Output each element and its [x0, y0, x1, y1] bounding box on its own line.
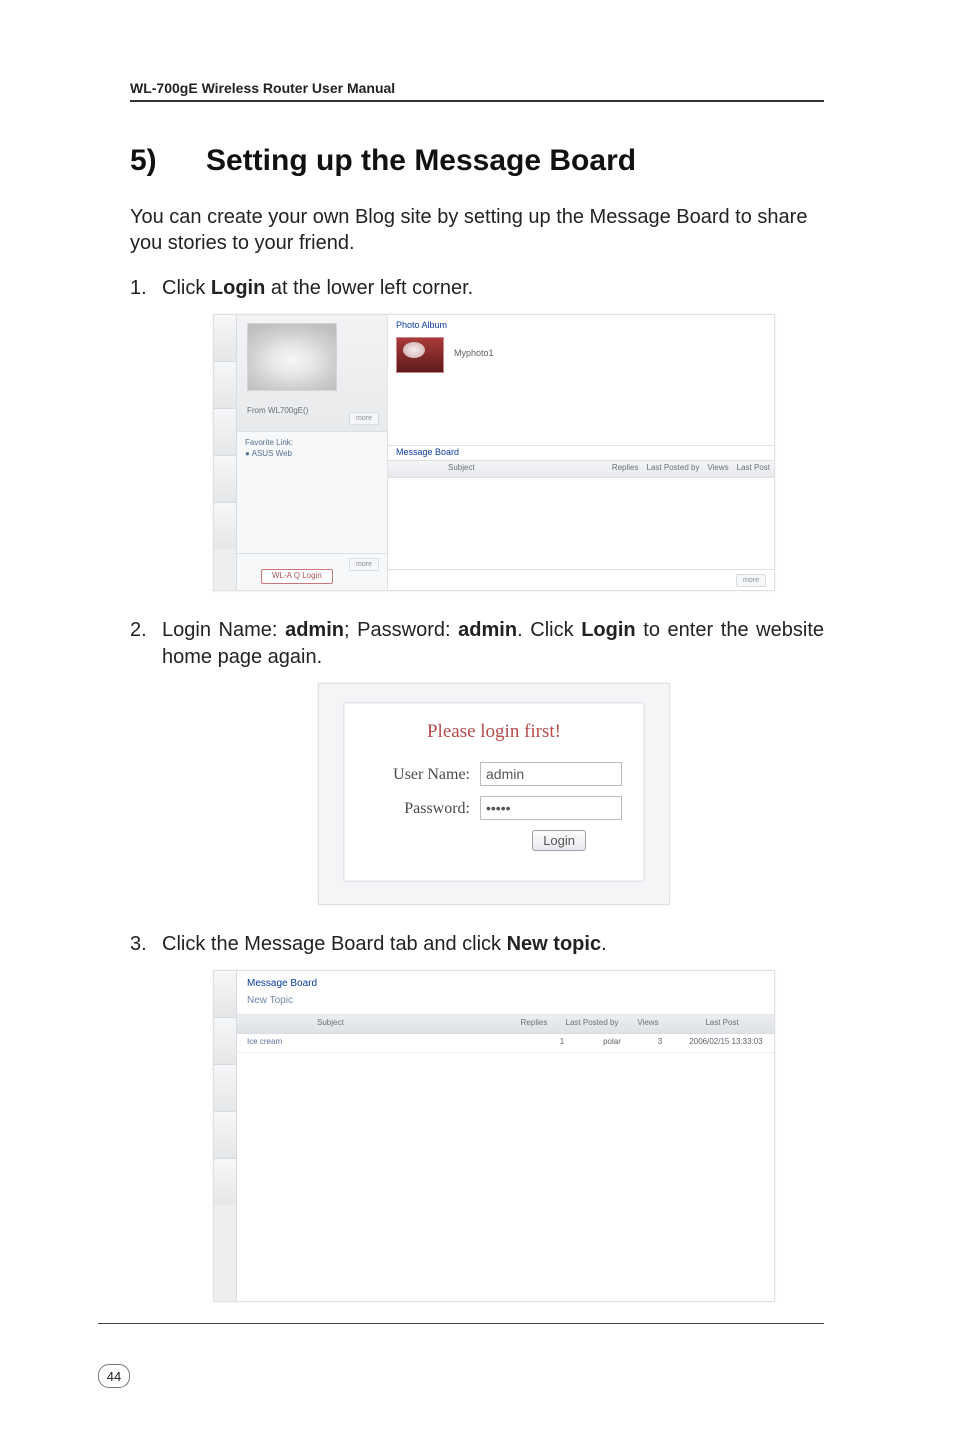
login-card-title: Please login first! [366, 719, 622, 745]
password-input[interactable] [480, 796, 622, 820]
message-board-body [388, 478, 774, 569]
section-title: Setting up the Message Board [206, 144, 636, 177]
step-1-bold: Login [211, 277, 265, 299]
step-1: 1. Click Login at the lower left corner. [130, 275, 824, 589]
favorite-links-title: Favorite Link: [245, 438, 379, 449]
username-label: User Name: [366, 764, 480, 786]
page-number: 44 [98, 1364, 130, 1388]
step-3-text-c: . [601, 933, 607, 955]
vertical-tab[interactable] [214, 1018, 236, 1065]
login-card: Please login first! User Name: Password:… [343, 702, 645, 882]
step-3: 3. Click the Message Board tab and click… [130, 931, 824, 1300]
th-lastpost: Last Post [733, 463, 774, 474]
message-board-table-header: Subject Replies Last Posted by Views Las… [237, 1015, 774, 1034]
album-meta: From WL700gE() [247, 406, 308, 417]
step-2-bold-admin2: admin [458, 619, 517, 641]
section-number: 5) [130, 144, 206, 178]
th-replies: Replies [510, 1018, 558, 1029]
album-widget: From WL700gE() more [237, 315, 387, 432]
message-board-title: Message Board [388, 445, 774, 460]
step-1-text-a: Click [162, 277, 211, 299]
step-2-text-c: ; Password: [344, 619, 458, 641]
row-lastposted: polar [582, 1037, 642, 1048]
step-2-marker: 2. [130, 617, 147, 644]
photo-thumbnail[interactable] [396, 337, 444, 373]
th-replies: Replies [608, 463, 643, 474]
th-views: Views [703, 463, 732, 474]
message-board-more-button[interactable]: more [736, 574, 766, 587]
vertical-tab[interactable] [214, 1112, 236, 1159]
new-topic-link[interactable]: New Topic [237, 992, 774, 1015]
login-submit-button[interactable]: Login [532, 830, 586, 851]
step-2: 2. Login Name: admin; Password: admin. C… [130, 617, 824, 903]
section-heading: 5)Setting up the Message Board [130, 144, 824, 178]
row-views: 3 [642, 1037, 678, 1048]
login-strip: more WL-A Q Login [237, 554, 387, 590]
vertical-tab[interactable] [214, 315, 236, 362]
step-1-marker: 1. [130, 275, 147, 302]
message-board-header: Subject Replies Last Posted by Views Las… [388, 460, 774, 478]
vertical-tab[interactable] [214, 503, 236, 549]
step-3-bold: New topic [507, 933, 601, 955]
row-lastpost: 2006/02/15 13:33:03 [678, 1037, 774, 1048]
photo-album-title: Photo Album [388, 315, 774, 333]
figure-2: Please login first! User Name: Password:… [318, 683, 668, 903]
message-board-footer: more [388, 569, 774, 590]
page-footer: 44 [98, 1323, 824, 1388]
th-subject: Subject [237, 1018, 510, 1029]
th-lastpost: Last Post [670, 1018, 774, 1029]
figure-3: Message Board New Topic Subject Replies … [213, 970, 773, 1300]
figure-1: From WL700gE() more Favorite Link: ● ASU… [213, 314, 773, 589]
vertical-tab[interactable] [214, 1065, 236, 1112]
step-2-text-e: . Click [517, 619, 581, 641]
intro-paragraph: You can create your own Blog site by set… [130, 204, 824, 257]
photo-label: Myphoto1 [454, 347, 494, 359]
step-1-text-c: at the lower left corner. [265, 277, 473, 299]
figure-3-vertical-tabs [214, 971, 237, 1301]
vertical-tab[interactable] [214, 456, 236, 503]
password-label: Password: [366, 798, 480, 820]
step-3-marker: 3. [130, 931, 147, 958]
vertical-tab[interactable] [214, 409, 236, 456]
favorite-links-widget: Favorite Link: ● ASUS Web [237, 432, 387, 554]
username-input[interactable] [480, 762, 622, 786]
row-subject: Ice cream [237, 1037, 542, 1048]
album-more-button[interactable]: more [349, 412, 379, 425]
login-more-button[interactable]: more [349, 558, 379, 571]
vertical-tab[interactable] [214, 1159, 236, 1205]
th-lastposted: Last Posted by [643, 463, 704, 474]
vertical-tab[interactable] [214, 362, 236, 409]
vertical-tab[interactable] [214, 971, 236, 1018]
th-lastposted: Last Posted by [558, 1018, 626, 1029]
step-2-bold-admin1: admin [285, 619, 344, 641]
message-board-page-title: Message Board [237, 971, 774, 993]
favorite-link-item[interactable]: ● ASUS Web [245, 449, 379, 460]
figure-1-vertical-tabs [214, 315, 237, 590]
row-replies: 1 [542, 1037, 582, 1048]
album-thumbnail[interactable] [247, 323, 337, 391]
step-2-bold-login: Login [581, 619, 635, 641]
footer-rule [98, 1323, 824, 1324]
step-3-text-a: Click the Message Board tab and click [162, 933, 507, 955]
login-button[interactable]: WL-A Q Login [261, 569, 333, 584]
table-row[interactable]: Ice cream 1 polar 3 2006/02/15 13:33:03 [237, 1034, 774, 1053]
photo-album-body: Myphoto1 [388, 333, 774, 445]
running-head: WL-700gE Wireless Router User Manual [130, 80, 824, 102]
th-subject: Subject [388, 463, 608, 474]
step-2-text-a: Login Name: [162, 619, 285, 641]
th-views: Views [626, 1018, 670, 1029]
